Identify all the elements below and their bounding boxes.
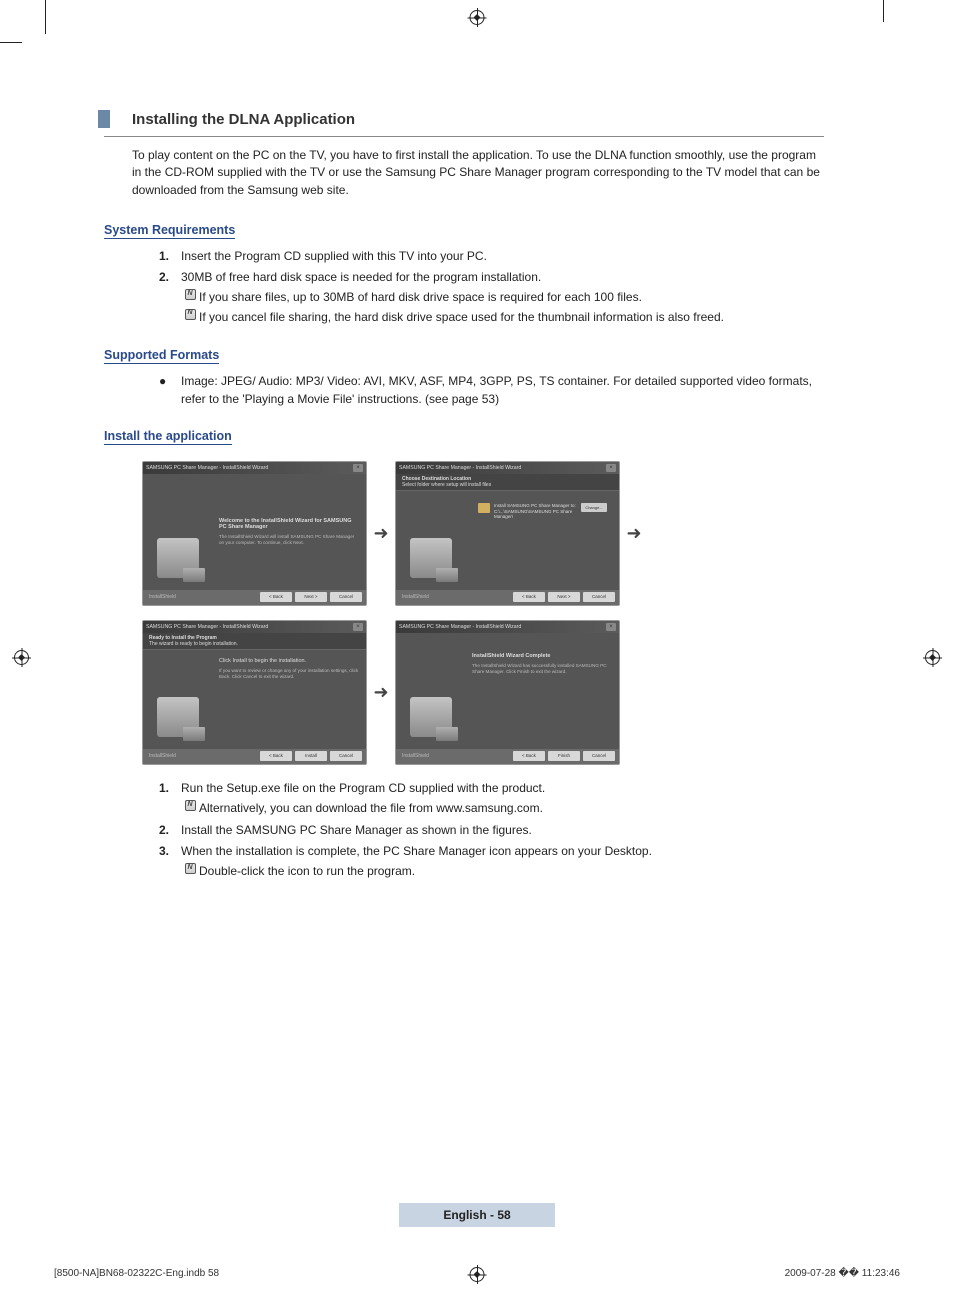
installer-step2: SAMSUNG PC Share Manager - InstallShield…: [395, 461, 620, 606]
intro-paragraph: To play content on the PC on the TV, you…: [132, 147, 824, 199]
arrow-icon: ➜: [367, 523, 395, 544]
dialog-title: SAMSUNG PC Share Manager - InstallShield…: [399, 465, 521, 471]
dialog-title: SAMSUNG PC Share Manager - InstallShield…: [399, 624, 521, 630]
page-content: Installing the DLNA Application To play …: [0, 0, 954, 1315]
bullet-dot: ●: [159, 372, 181, 409]
page-number: English - 58: [399, 1203, 554, 1227]
formats-list: ● Image: JPEG/ Audio: MP3/ Video: AVI, M…: [159, 372, 824, 409]
close-icon[interactable]: ×: [353, 623, 363, 631]
arrow-icon: ➜: [620, 523, 648, 544]
computer-icon: [157, 538, 199, 578]
note-item: Double-click the icon to run the program…: [181, 862, 824, 881]
list-item: 2. Install the SAMSUNG PC Share Manager …: [159, 821, 824, 840]
computer-icon: [410, 538, 452, 578]
installer-step4: SAMSUNG PC Share Manager - InstallShield…: [395, 620, 620, 765]
back-button[interactable]: < Back: [513, 592, 545, 602]
heading-text: Installing the DLNA Application: [132, 111, 355, 128]
change-button[interactable]: Change...: [581, 503, 607, 512]
back-button[interactable]: < Back: [260, 592, 292, 602]
note-item: If you share files, up to 30MB of hard d…: [181, 288, 824, 307]
list-item: ● Image: JPEG/ Audio: MP3/ Video: AVI, M…: [159, 372, 824, 409]
close-icon[interactable]: ×: [353, 464, 363, 472]
note-icon: [181, 308, 199, 327]
note-icon: [181, 799, 199, 818]
heading-accent-bar: [98, 110, 110, 128]
section-heading: Installing the DLNA Application: [104, 110, 824, 128]
cancel-button[interactable]: Cancel: [330, 751, 362, 761]
folder-icon: [478, 503, 490, 513]
computer-icon: [157, 697, 199, 737]
sysreq-list: 1. Insert the Program CD supplied with t…: [159, 247, 824, 327]
note-item: Alternatively, you can download the file…: [181, 799, 824, 818]
back-button[interactable]: < Back: [260, 751, 292, 761]
close-icon[interactable]: ×: [606, 623, 616, 631]
subhead-system-requirements: System Requirements: [104, 223, 235, 239]
install-button[interactable]: Install: [295, 751, 327, 761]
note-item: If you cancel file sharing, the hard dis…: [181, 308, 824, 327]
footer-left: [8500-NA]BN68-02322C-Eng.indb 58: [54, 1268, 219, 1279]
next-button[interactable]: Next >: [295, 592, 327, 602]
footer-row: [8500-NA]BN68-02322C-Eng.indb 58 2009-07…: [54, 1268, 900, 1279]
installer-step3: SAMSUNG PC Share Manager - InstallShield…: [142, 620, 367, 765]
dialog-title: SAMSUNG PC Share Manager - InstallShield…: [146, 465, 268, 471]
arrow-icon: ➜: [367, 682, 395, 703]
close-icon[interactable]: ×: [606, 464, 616, 472]
note-icon: [181, 862, 199, 881]
page-number-box: English - 58: [0, 1203, 954, 1227]
list-item: 2. 30MB of free hard disk space is neede…: [159, 268, 824, 328]
cancel-button[interactable]: Cancel: [583, 592, 615, 602]
install-steps-list: 1. Run the Setup.exe file on the Program…: [159, 779, 824, 882]
footer-right: 2009-07-28 �� 11:23:46: [785, 1268, 900, 1279]
list-item: 1. Run the Setup.exe file on the Program…: [159, 779, 824, 819]
back-button[interactable]: < Back: [513, 751, 545, 761]
subhead-install-app: Install the application: [104, 429, 232, 445]
list-item: 1. Insert the Program CD supplied with t…: [159, 247, 824, 266]
cancel-button[interactable]: Cancel: [330, 592, 362, 602]
installer-step1: SAMSUNG PC Share Manager - InstallShield…: [142, 461, 367, 606]
install-figures: SAMSUNG PC Share Manager - InstallShield…: [142, 461, 824, 765]
subhead-supported-formats: Supported Formats: [104, 348, 219, 364]
note-icon: [181, 288, 199, 307]
cancel-button[interactable]: Cancel: [583, 751, 615, 761]
heading-rule: [104, 136, 824, 137]
list-item: 3. When the installation is complete, th…: [159, 842, 824, 882]
dialog-title: SAMSUNG PC Share Manager - InstallShield…: [146, 624, 268, 630]
computer-icon: [410, 697, 452, 737]
next-button[interactable]: Next >: [548, 592, 580, 602]
finish-button[interactable]: Finish: [548, 751, 580, 761]
